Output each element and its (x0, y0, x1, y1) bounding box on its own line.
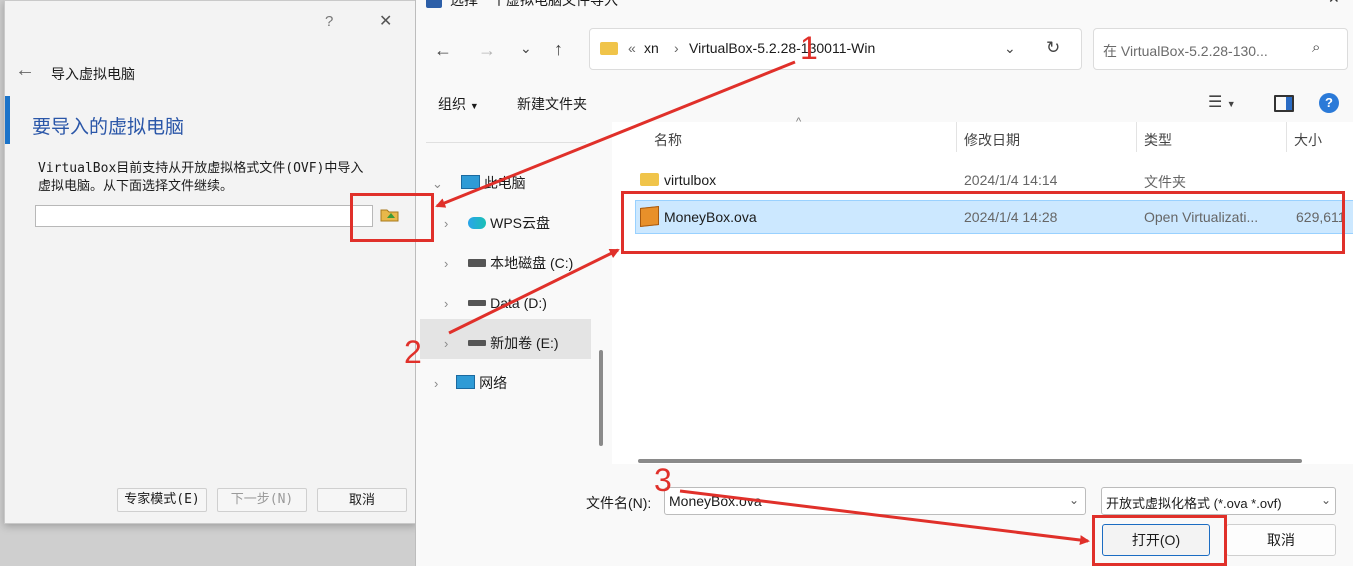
annotation-arrow-2 (448, 248, 620, 335)
annotation-arrow-3 (679, 489, 1090, 545)
annotation-arrow-1 (435, 60, 796, 208)
annotation-arrows (435, 60, 1090, 545)
